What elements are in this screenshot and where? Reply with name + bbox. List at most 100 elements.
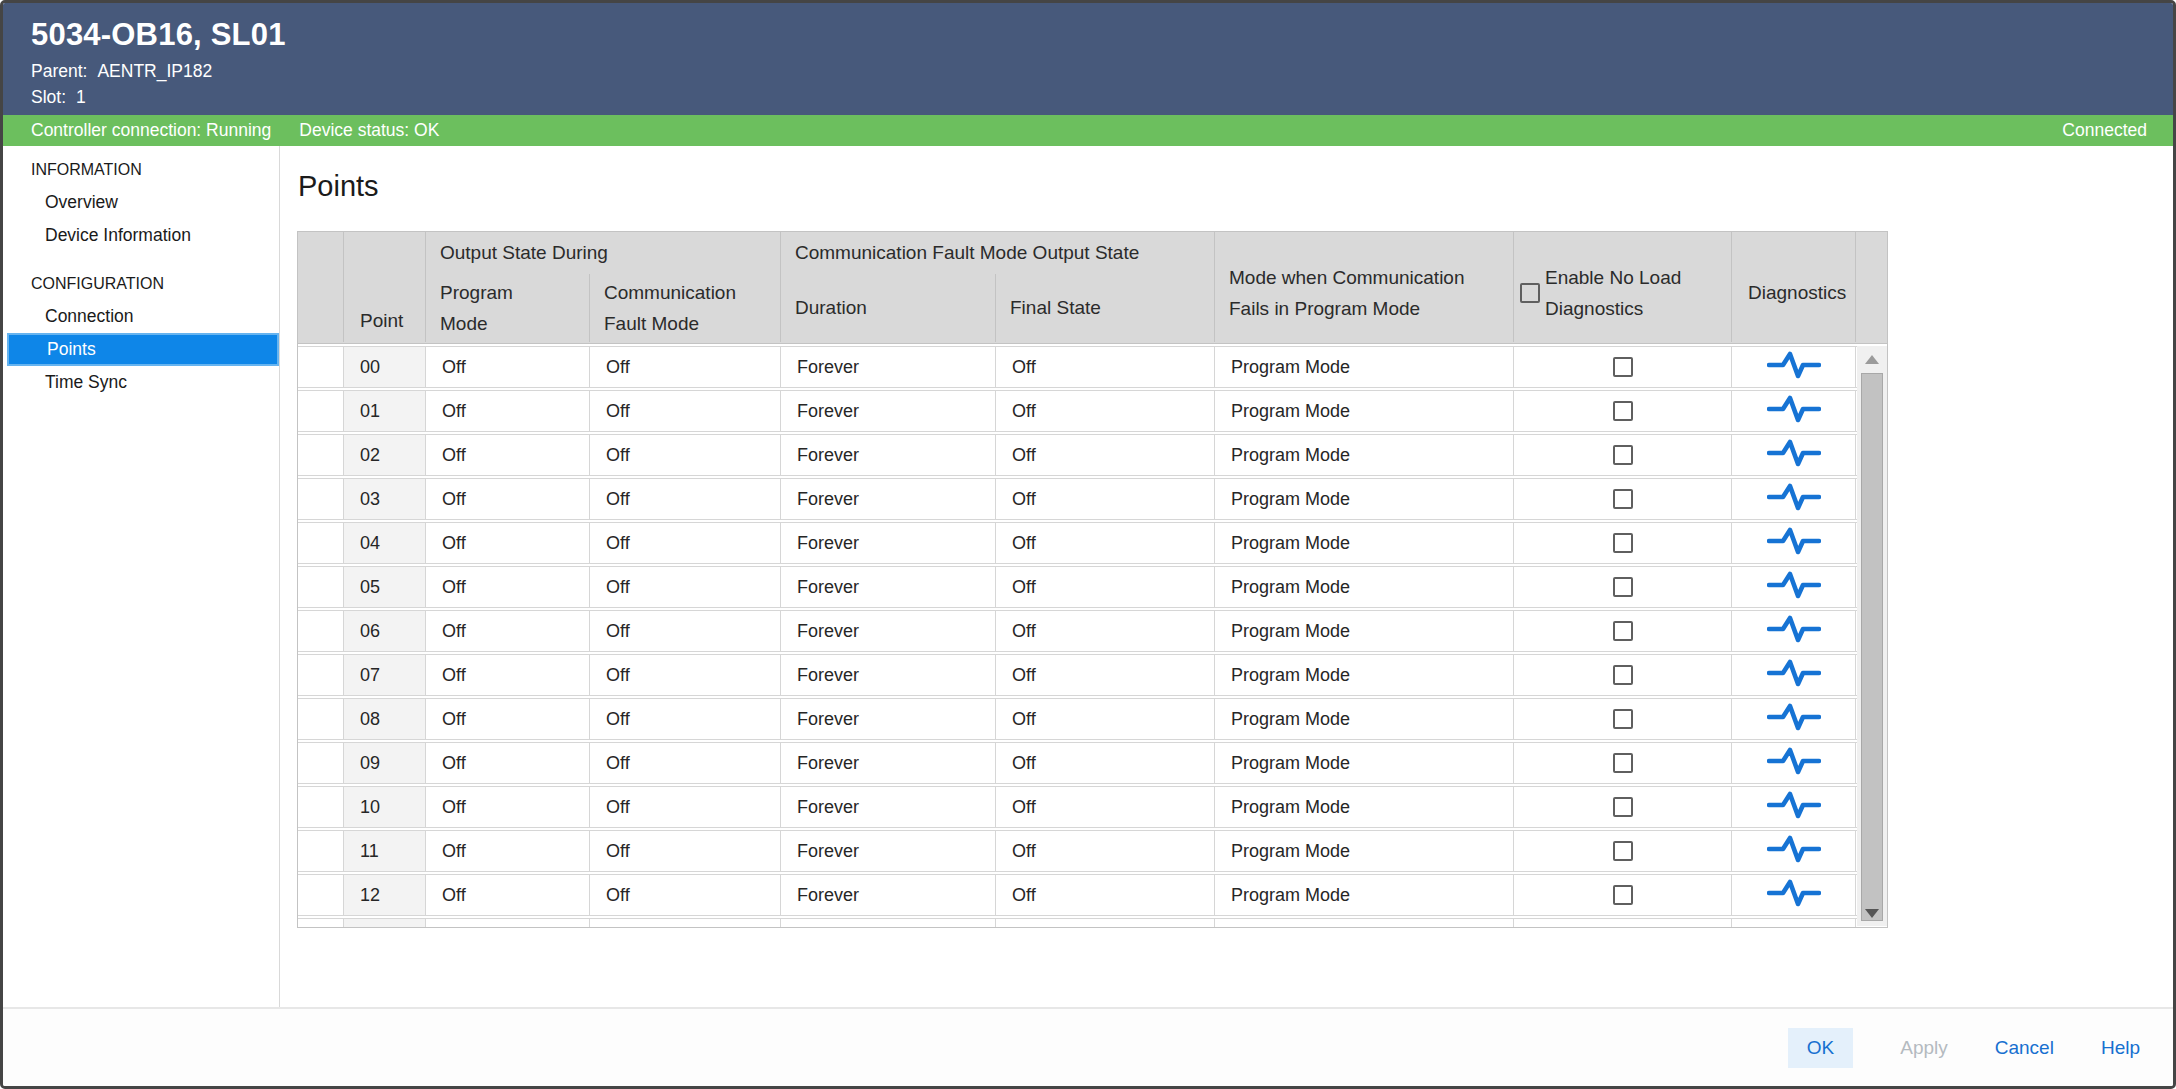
final-state-cell[interactable]: Off [996,699,1215,739]
duration-cell[interactable]: Forever [781,347,996,387]
comm-fault-mode-cell[interactable]: Off [590,743,781,783]
enable-no-load-checkbox[interactable] [1613,709,1633,729]
program-mode-cell[interactable]: Off [426,523,590,563]
program-mode-cell[interactable]: Off [426,479,590,519]
duration-cell[interactable]: Forever [781,831,996,871]
duration-cell[interactable]: Forever [781,435,996,475]
mode-when-comm-fails-cell[interactable]: Program Mode [1215,655,1514,695]
comm-fault-mode-cell[interactable]: Off [590,611,781,651]
enable-no-load-checkbox[interactable] [1613,401,1633,421]
cancel-button[interactable]: Cancel [1995,1037,2054,1059]
final-state-cell[interactable]: Off [996,479,1215,519]
enable-no-load-checkbox[interactable] [1613,797,1633,817]
mode-when-comm-fails-cell[interactable]: Program Mode [1215,435,1514,475]
final-state-cell[interactable]: Off [996,391,1215,431]
program-mode-cell[interactable]: Off [426,391,590,431]
diagnostics-pulse-icon[interactable] [1767,790,1821,825]
duration-cell[interactable]: Forever [781,611,996,651]
final-state-cell[interactable]: Off [996,347,1215,387]
program-mode-cell[interactable]: Off [426,831,590,871]
scrollbar-down-arrow[interactable] [1857,900,1887,926]
mode-when-comm-fails-cell[interactable]: Program Mode [1215,831,1514,871]
final-state-cell[interactable]: Off [996,435,1215,475]
diagnostics-pulse-icon[interactable] [1767,878,1821,913]
mode-when-comm-fails-cell[interactable]: Program Mode [1215,391,1514,431]
row-selector-cell[interactable] [298,743,344,783]
duration-cell[interactable]: Forever [781,743,996,783]
enable-no-load-checkbox[interactable] [1613,665,1633,685]
diagnostics-pulse-icon[interactable] [1767,614,1821,649]
enable-no-load-checkbox[interactable] [1613,753,1633,773]
diagnostics-pulse-icon[interactable] [1767,658,1821,693]
duration-cell[interactable]: Forever [781,787,996,827]
sidebar-item-device-information[interactable]: Device Information [3,219,279,252]
mode-when-comm-fails-cell[interactable]: Program Mode [1215,479,1514,519]
row-selector-cell[interactable] [298,435,344,475]
diagnostics-pulse-icon[interactable] [1767,438,1821,473]
diagnostics-pulse-icon[interactable] [1767,394,1821,429]
duration-cell[interactable]: Forever [781,391,996,431]
row-selector-cell[interactable] [298,831,344,871]
enable-no-load-checkbox[interactable] [1613,489,1633,509]
diagnostics-pulse-icon[interactable] [1767,350,1821,385]
diagnostics-pulse-icon[interactable] [1767,482,1821,517]
scrollbar-thumb[interactable] [1861,373,1883,921]
final-state-cell[interactable]: Off [996,655,1215,695]
comm-fault-mode-cell[interactable]: Off [590,435,781,475]
apply-button[interactable]: Apply [1900,1037,1948,1059]
enable-no-load-checkbox[interactable] [1613,621,1633,641]
row-selector-cell[interactable] [298,347,344,387]
diagnostics-pulse-icon[interactable] [1767,570,1821,605]
duration-cell[interactable]: Forever [781,567,996,607]
program-mode-cell[interactable]: Off [426,655,590,695]
comm-fault-mode-cell[interactable]: Off [590,567,781,607]
final-state-cell[interactable]: Off [996,875,1215,915]
sidebar-item-overview[interactable]: Overview [3,186,279,219]
final-state-cell[interactable]: Off [996,611,1215,651]
row-selector-cell[interactable] [298,875,344,915]
comm-fault-mode-cell[interactable]: Off [590,875,781,915]
diagnostics-pulse-icon[interactable] [1767,526,1821,561]
final-state-cell[interactable]: Off [996,743,1215,783]
sidebar-item-connection[interactable]: Connection [3,300,279,333]
scrollbar-up-arrow[interactable] [1857,346,1887,372]
comm-fault-mode-cell[interactable]: Off [590,347,781,387]
mode-when-comm-fails-cell[interactable]: Program Mode [1215,787,1514,827]
sidebar-item-points[interactable]: Points [7,333,279,366]
row-selector-cell[interactable] [298,523,344,563]
enable-no-load-checkbox[interactable] [1613,885,1633,905]
program-mode-cell[interactable]: Off [426,347,590,387]
duration-cell[interactable]: Forever [781,523,996,563]
program-mode-cell[interactable]: Off [426,567,590,607]
duration-cell[interactable]: Forever [781,699,996,739]
comm-fault-mode-cell[interactable]: Off [590,655,781,695]
diagnostics-pulse-icon[interactable] [1767,702,1821,737]
sidebar-item-time-sync[interactable]: Time Sync [3,366,279,399]
row-selector-cell[interactable] [298,391,344,431]
duration-cell[interactable]: Forever [781,655,996,695]
row-selector-cell[interactable] [298,655,344,695]
enable-no-load-all-checkbox[interactable] [1520,283,1540,303]
enable-no-load-checkbox[interactable] [1613,357,1633,377]
vertical-scrollbar[interactable] [1857,346,1887,926]
duration-cell[interactable]: Forever [781,875,996,915]
diagnostics-pulse-icon[interactable] [1767,746,1821,781]
mode-when-comm-fails-cell[interactable]: Program Mode [1215,743,1514,783]
row-selector-cell[interactable] [298,479,344,519]
final-state-cell[interactable]: Off [996,567,1215,607]
comm-fault-mode-cell[interactable]: Off [590,699,781,739]
mode-when-comm-fails-cell[interactable]: Program Mode [1215,699,1514,739]
comm-fault-mode-cell[interactable]: Off [590,831,781,871]
mode-when-comm-fails-cell[interactable]: Program Mode [1215,567,1514,607]
help-button[interactable]: Help [2101,1037,2140,1059]
ok-button[interactable]: OK [1788,1028,1853,1068]
enable-no-load-checkbox[interactable] [1613,841,1633,861]
final-state-cell[interactable]: Off [996,787,1215,827]
row-selector-cell[interactable] [298,567,344,607]
enable-no-load-checkbox[interactable] [1613,533,1633,553]
program-mode-cell[interactable]: Off [426,435,590,475]
comm-fault-mode-cell[interactable]: Off [590,479,781,519]
program-mode-cell[interactable]: Off [426,743,590,783]
row-selector-cell[interactable] [298,699,344,739]
mode-when-comm-fails-cell[interactable]: Program Mode [1215,875,1514,915]
